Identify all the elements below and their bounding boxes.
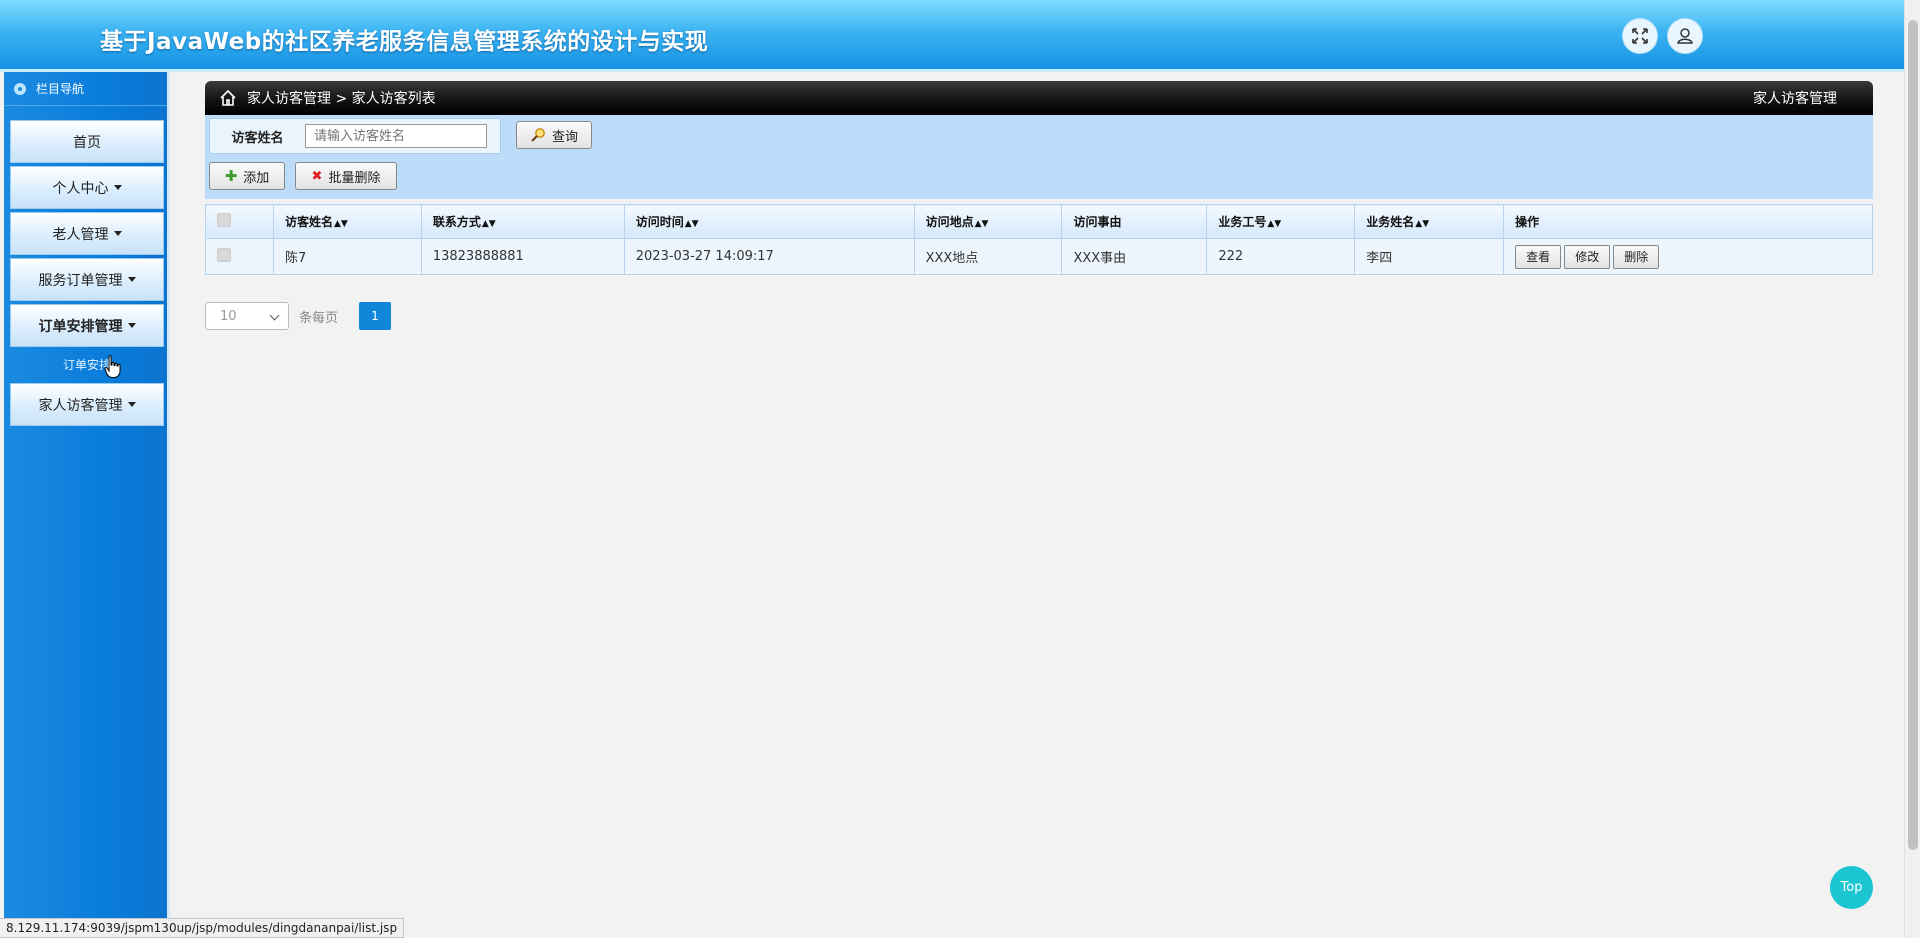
col-staff-id[interactable]: 业务工号▲▼	[1206, 204, 1356, 239]
col-label: 访问时间	[635, 215, 684, 229]
query-button[interactable]: 查询	[516, 121, 592, 149]
sidebar-item-family-visitors[interactable]: 家人访客管理	[10, 383, 164, 426]
col-label: 业务工号	[1218, 215, 1267, 229]
sort-icon: ▲▼	[684, 219, 699, 229]
edit-button[interactable]: 修改	[1564, 244, 1611, 269]
sidebar-item-label: 家人访客管理	[38, 397, 123, 414]
sidebar-subitem-order-arrangement[interactable]: 订单安排	[4, 356, 170, 373]
view-button[interactable]: 查看	[1515, 244, 1562, 269]
col-visit-time[interactable]: 访问时间▲▼	[623, 204, 915, 239]
sort-icon: ▲▼	[1415, 219, 1430, 229]
app-title: 基于JavaWeb的社区养老服务信息管理系统的设计与实现	[100, 29, 709, 55]
cell-staff-id: 222	[1206, 238, 1356, 275]
hand-cursor-icon	[104, 355, 121, 378]
search-label: 访客姓名	[231, 130, 284, 146]
sidebar: 栏目导航 首页 个人中心 老人管理 服务订单管理 订单安排管理 订单安排 家人访…	[4, 72, 170, 938]
home-icon[interactable]	[219, 89, 237, 107]
cell-reason: XXX事由	[1061, 238, 1208, 275]
batch-delete-button-label: 批量删除	[328, 170, 381, 186]
sidebar-item-label: 首页	[73, 134, 101, 151]
fullscreen-icon	[1632, 28, 1648, 44]
col-operations: 操作	[1503, 204, 1873, 239]
plus-icon: ✚	[224, 167, 238, 185]
add-button[interactable]: ✚ 添加	[209, 162, 285, 190]
user-button[interactable]	[1667, 18, 1703, 54]
sidebar-item-label: 订单安排管理	[38, 318, 123, 335]
app-header: 基于JavaWeb的社区养老服务信息管理系统的设计与实现	[0, 0, 1904, 72]
cell-phone: 13823888881	[420, 238, 625, 275]
sidebar-item-order-arrangement[interactable]: 订单安排管理	[10, 304, 164, 347]
page-scrollbar[interactable]	[1904, 0, 1920, 938]
sidebar-item-elderly[interactable]: 老人管理	[10, 212, 164, 255]
col-staff-name[interactable]: 业务姓名▲▼	[1354, 204, 1505, 239]
col-reason: 访问事由	[1061, 204, 1208, 239]
col-label: 访问事由	[1073, 215, 1122, 229]
caret-down-icon	[113, 231, 122, 236]
sidebar-item-home[interactable]: 首页	[10, 120, 164, 163]
page-size-select[interactable]: 10	[205, 302, 289, 330]
status-url: 8.129.11.174:9039/jspm130up/jsp/modules/…	[0, 918, 405, 938]
table-row: 陈7 13823888881 2023-03-27 14:09:17 XXX地点…	[205, 238, 1873, 275]
scrollbar-thumb[interactable]	[1908, 20, 1918, 850]
sidebar-item-service-orders[interactable]: 服务订单管理	[10, 258, 164, 301]
x-icon: ✖	[311, 168, 323, 184]
cell-visitor-name: 陈7	[272, 238, 422, 275]
sidebar-item-label: 个人中心	[52, 180, 109, 197]
page-button-1[interactable]: 1	[359, 302, 391, 330]
select-all-cell	[205, 204, 274, 239]
sidebar-heading-label: 栏目导航	[36, 82, 85, 96]
breadcrumb: 家人访客管理 > 家人访客列表 家人访客管理	[205, 81, 1873, 115]
query-button-label: 查询	[551, 129, 578, 145]
col-location[interactable]: 访问地点▲▼	[913, 204, 1063, 239]
sidebar-item-label: 服务订单管理	[38, 272, 123, 289]
sort-icon: ▲▼	[974, 219, 989, 229]
row-select-cell	[205, 238, 274, 275]
caret-down-icon	[127, 277, 136, 282]
user-icon	[1677, 28, 1693, 44]
section-title: 家人访客管理	[1753, 91, 1837, 107]
col-phone[interactable]: 联系方式▲▼	[420, 204, 625, 239]
cell-location: XXX地点	[913, 238, 1063, 275]
sidebar-item-personal-center[interactable]: 个人中心	[10, 166, 164, 209]
sort-icon: ▲▼	[1267, 219, 1282, 229]
back-to-top-button[interactable]: Top	[1830, 866, 1873, 909]
cell-staff-name: 李四	[1354, 238, 1505, 275]
sidebar-item-label: 老人管理	[52, 226, 109, 243]
col-visitor-name[interactable]: 访客姓名▲▼	[272, 204, 422, 239]
col-label: 操作	[1515, 215, 1540, 229]
table-header-row: 访客姓名▲▼ 联系方式▲▼ 访问时间▲▼ 访问地点▲▼ 访问事由 业务工号▲▼ …	[205, 204, 1873, 239]
page-size-label: 条每页	[299, 311, 339, 326]
caret-down-icon	[127, 323, 136, 328]
visitor-table: 访客姓名▲▼ 联系方式▲▼ 访问时间▲▼ 访问地点▲▼ 访问事由 业务工号▲▼ …	[205, 204, 1873, 275]
col-label: 访客姓名	[284, 215, 333, 229]
select-all-checkbox[interactable]	[217, 213, 231, 227]
row-checkbox[interactable]	[217, 247, 231, 262]
fullscreen-button[interactable]	[1622, 18, 1658, 54]
sort-icon: ▲▼	[481, 219, 496, 229]
search-panel: 访客姓名 查询 ✚ 添加 ✖ 批量删除	[205, 115, 1873, 199]
caret-down-icon	[127, 402, 136, 407]
col-label: 联系方式	[432, 215, 481, 229]
sidebar-heading: 栏目导航	[4, 72, 167, 106]
delete-button[interactable]: 删除	[1613, 244, 1660, 269]
caret-down-icon	[113, 185, 122, 190]
batch-delete-button[interactable]: ✖ 批量删除	[295, 162, 397, 190]
chevron-down-icon	[269, 310, 280, 321]
col-label: 业务姓名	[1366, 215, 1415, 229]
cell-operations: 查看 修改 删除	[1503, 238, 1873, 275]
page-size-value: 10	[220, 308, 237, 324]
sort-icon: ▲▼	[333, 219, 348, 229]
col-label: 访问地点	[925, 215, 974, 229]
add-button-label: 添加	[243, 170, 270, 186]
nav-dot-icon	[14, 82, 26, 95]
visitor-name-input[interactable]	[305, 124, 487, 148]
breadcrumb-path: 家人访客管理 > 家人访客列表	[247, 91, 436, 107]
search-box: 访客姓名	[209, 118, 501, 154]
cell-visit-time: 2023-03-27 14:09:17	[623, 238, 915, 275]
search-icon	[531, 128, 545, 142]
